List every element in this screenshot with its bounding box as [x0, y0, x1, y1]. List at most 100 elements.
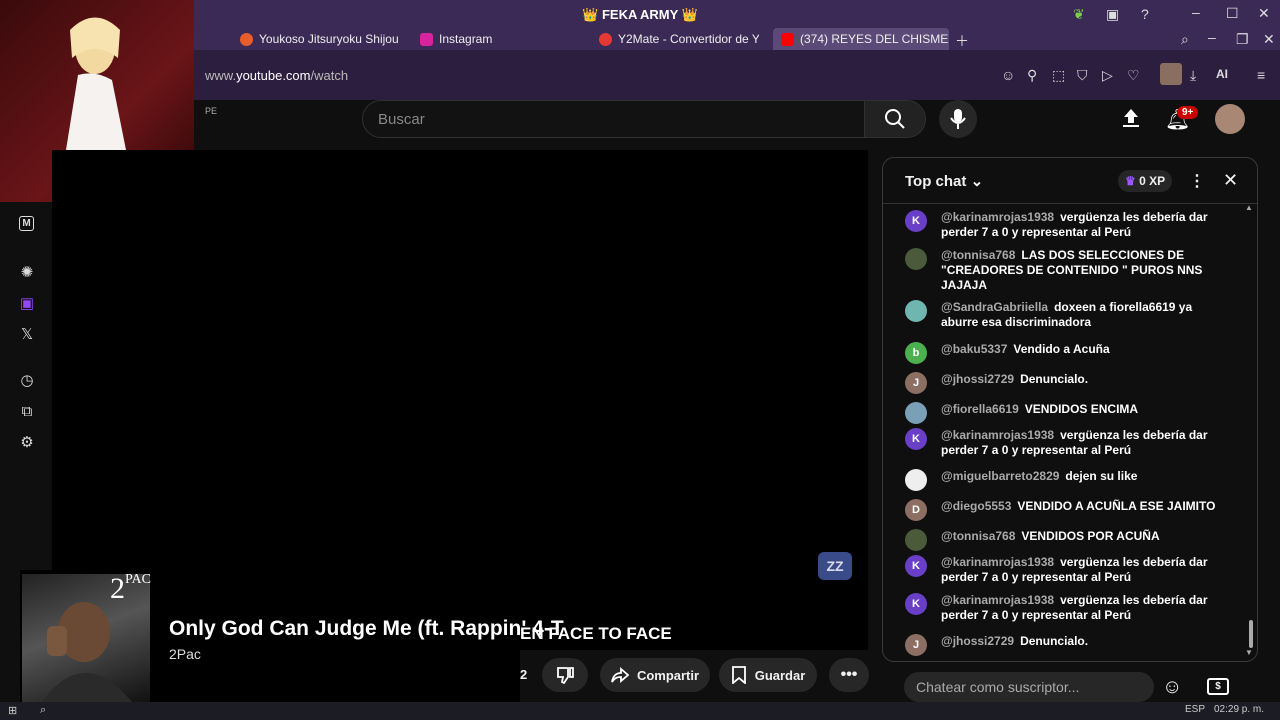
upload-button[interactable] — [1119, 106, 1143, 135]
shield-icon[interactable]: ⛉ — [1077, 67, 1088, 84]
chat-message-text: VENDIDOS POR ACUÑA — [1021, 529, 1160, 543]
tab-label: Youkoso Jitsuryoku Shijou — [259, 32, 399, 46]
chat-more-options-icon[interactable]: ⋮ — [1189, 171, 1205, 191]
heart-icon[interactable]: ♡ — [1127, 67, 1140, 84]
chat-author-name[interactable]: @diego5553 — [941, 499, 1011, 513]
x-icon[interactable]: 𝕏 — [16, 323, 38, 345]
chat-author-avatar[interactable]: D — [905, 499, 927, 521]
chat-author-avatar[interactable] — [905, 529, 927, 551]
dislike-button[interactable] — [542, 658, 588, 692]
chat-author-name[interactable]: @karinamrojas1938 — [941, 593, 1054, 607]
windows-start-icon[interactable]: ⊞ — [8, 704, 17, 717]
chat-author-avatar[interactable] — [905, 248, 927, 270]
chat-message[interactable]: @tonnisa768 VENDIDOS POR ACUÑA — [905, 529, 1225, 551]
chat-message[interactable]: K @karinamrojas1938 vergüenza les debería … — [905, 210, 1225, 240]
close-icon[interactable]: ✕ — [1263, 31, 1275, 48]
share-button[interactable]: Compartir — [600, 658, 710, 692]
emoji-icon[interactable]: ☺ — [1001, 67, 1015, 83]
minimize-tab-icon[interactable]: – — [1208, 29, 1216, 45]
chat-author-name[interactable]: @SandraGabriiella — [941, 300, 1048, 314]
extensions-icon[interactable]: ⧉ — [16, 400, 38, 422]
chat-author-avatar[interactable] — [905, 300, 927, 322]
live-chat-panel: Top chat ⌄ ♛ 0 XP ⋮ ✕ K @karinamrojas1938… — [882, 157, 1258, 662]
chat-message[interactable]: J @jhossi2729 Denuncialo. — [905, 634, 1225, 656]
chat-author-name[interactable]: @miguelbarreto2829 — [941, 469, 1059, 483]
scroll-up-icon[interactable]: ▲ — [1245, 203, 1253, 212]
tab-youkoso[interactable]: Youkoso Jitsuryoku Shijou — [240, 28, 400, 50]
chat-author-avatar[interactable]: J — [905, 634, 927, 656]
taskbar-clock[interactable]: 02:29 p. m. — [1214, 704, 1264, 715]
chat-author-name[interactable]: @jhossi2729 — [941, 372, 1014, 386]
super-chat-icon[interactable]: $ — [1207, 678, 1229, 695]
screen-icon[interactable]: ▣ — [1106, 6, 1119, 23]
chat-author-avatar[interactable]: K — [905, 428, 927, 450]
chat-author-avatar[interactable]: K — [905, 210, 927, 232]
menu-icon[interactable]: ≡ — [1257, 67, 1265, 83]
chat-message[interactable]: @fiorella6619 VENDIDOS ENCIMA — [905, 402, 1225, 424]
chat-author-name[interactable]: @fiorella6619 — [941, 402, 1019, 416]
emoji-picker-icon[interactable]: ☺ — [1162, 676, 1182, 699]
chat-message[interactable]: K @karinamrojas1938 vergüenza les debería … — [905, 428, 1225, 458]
chat-author-avatar[interactable] — [905, 469, 927, 491]
xp-badge[interactable]: ♛ 0 XP — [1118, 170, 1173, 192]
taskbar-search-icon[interactable]: ⌕ — [40, 704, 46, 717]
scroll-down-icon[interactable]: ▼ — [1245, 648, 1253, 657]
chat-message-text: VENDIDOS ENCIMA — [1024, 402, 1139, 416]
chat-message[interactable]: K @karinamrojas1938 vergüenza les debería … — [905, 593, 1225, 623]
chat-author-name[interactable]: @tonnisa768 — [941, 248, 1015, 262]
profile-icon[interactable] — [1160, 63, 1182, 85]
more-actions-button[interactable]: ••• — [829, 658, 869, 692]
screenshot-icon[interactable]: ⬚ — [1052, 67, 1065, 84]
close-chat-icon[interactable]: ✕ — [1223, 170, 1238, 191]
save-button[interactable]: Guardar — [719, 658, 817, 692]
chat-message-input[interactable]: Chatear como suscriptor... — [904, 672, 1154, 702]
chat-message[interactable]: @tonnisa768 LAS DOS SELECCIONES DE "CREAD… — [905, 248, 1225, 293]
tab-y2mate[interactable]: Y2Mate - Convertidor de Y — [599, 28, 759, 50]
chat-message[interactable]: J @jhossi2729 Denuncialo. — [905, 372, 1225, 394]
leaf-icon[interactable]: ❦ — [1073, 6, 1085, 23]
search-tabs-icon[interactable]: ⌕ — [1181, 31, 1189, 48]
tab-youtube-active[interactable]: (374) REYES DEL CHISME — [773, 28, 949, 50]
download-icon[interactable]: ⤓ — [1190, 67, 1196, 84]
search-button[interactable] — [864, 100, 926, 138]
pin-icon[interactable]: ⚲ — [1027, 67, 1037, 84]
chat-author-avatar[interactable] — [905, 402, 927, 424]
help-icon[interactable]: ? — [1141, 6, 1149, 22]
language-indicator[interactable]: ESP — [1185, 704, 1205, 715]
url-field[interactable]: www.youtube.com/watch — [205, 68, 348, 83]
account-avatar[interactable] — [1215, 104, 1245, 134]
chat-message[interactable]: @SandraGabriiella doxeen a fiorella6619 y… — [905, 300, 1225, 330]
chat-message-body: @karinamrojas1938 vergüenza les debería d… — [941, 428, 1225, 458]
chat-author-avatar[interactable]: K — [905, 593, 927, 615]
chatgpt-icon[interactable]: ✺ — [16, 261, 38, 283]
chat-author-avatar[interactable]: J — [905, 372, 927, 394]
chat-message[interactable]: K @karinamrojas1938 vergüenza les debería … — [905, 555, 1225, 585]
chat-author-name[interactable]: @jhossi2729 — [941, 634, 1014, 648]
tab-instagram[interactable]: Instagram — [420, 28, 540, 50]
chat-mode-dropdown[interactable]: Top chat ⌄ — [905, 172, 983, 190]
twitch-icon[interactable]: ▣ — [16, 292, 38, 314]
chat-author-avatar[interactable]: K — [905, 555, 927, 577]
new-tab-icon[interactable]: ＋ — [955, 31, 969, 51]
chat-author-name[interactable]: @karinamrojas1938 — [941, 428, 1054, 442]
voice-search-button[interactable] — [939, 100, 977, 138]
search-input[interactable]: Buscar — [362, 100, 865, 138]
chat-message[interactable]: @miguelbarreto2829 dejen su like — [905, 469, 1225, 491]
chat-message[interactable]: b @baku5337 Vendido a Acuña — [905, 342, 1225, 364]
history-icon[interactable]: ◷ — [16, 369, 38, 391]
ai-button[interactable]: AI — [1216, 67, 1228, 81]
chat-author-name[interactable]: @karinamrojas1938 — [941, 555, 1054, 569]
chat-author-name[interactable]: @tonnisa768 — [941, 529, 1015, 543]
chat-author-avatar[interactable]: b — [905, 342, 927, 364]
chat-author-name[interactable]: @baku5337 — [941, 342, 1007, 356]
close-window-icon[interactable]: ✕ — [1258, 5, 1270, 22]
maximize-icon[interactable]: ☐ — [1226, 5, 1239, 22]
restore-icon[interactable]: ❐ — [1236, 31, 1249, 48]
medium-icon[interactable]: M — [19, 216, 34, 231]
settings-gear-icon[interactable]: ⚙ — [16, 431, 38, 453]
chat-message[interactable]: D @diego5553 VENDIDO A ACUÑLA ESE JAIMITO — [905, 499, 1225, 521]
play-icon[interactable]: ▷ — [1102, 67, 1113, 84]
chat-author-name[interactable]: @karinamrojas1938 — [941, 210, 1054, 224]
minimize-icon[interactable]: – — [1192, 4, 1200, 20]
chat-scrollbar[interactable] — [1249, 620, 1253, 648]
